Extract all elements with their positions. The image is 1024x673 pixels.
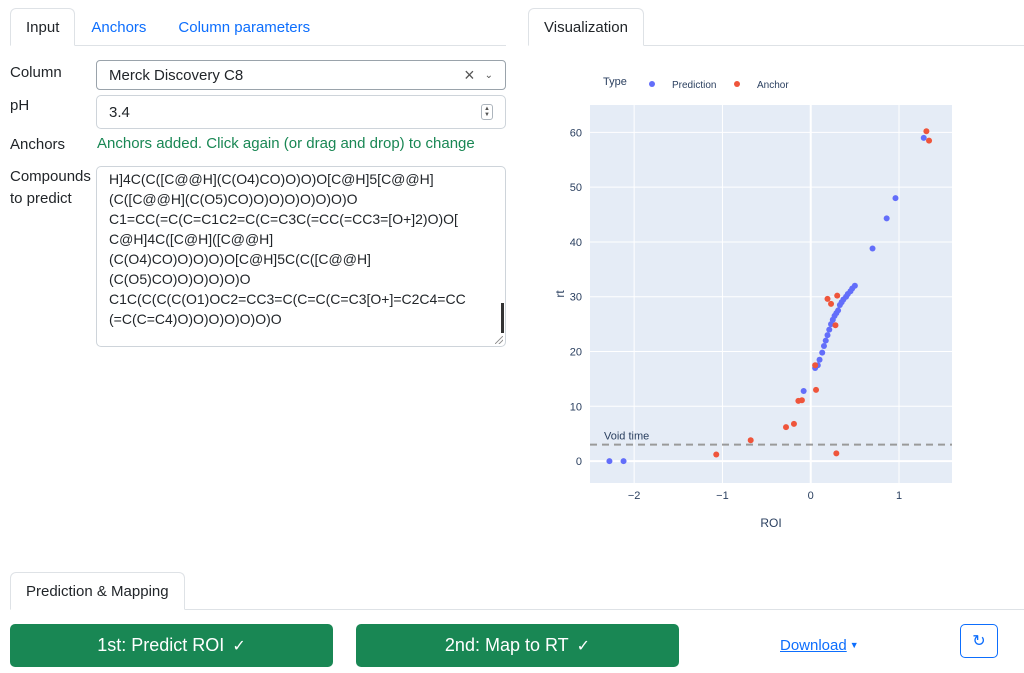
smiles-line: (C(O5)CO)O)O)O)O)O xyxy=(109,271,251,287)
data-point-prediction xyxy=(826,326,833,333)
y-tick-label: 10 xyxy=(570,401,582,413)
visualization-tab-bar: Visualization xyxy=(528,7,1024,46)
data-point-anchor xyxy=(926,137,933,144)
data-point-prediction xyxy=(620,458,627,465)
data-point-anchor xyxy=(813,386,820,393)
clear-icon[interactable]: × xyxy=(464,66,475,84)
anchors-label: Anchors xyxy=(10,136,66,153)
legend-marker xyxy=(734,81,740,87)
compounds-row: Compounds to predict xyxy=(10,166,96,210)
data-point-prediction xyxy=(816,356,823,363)
data-point-prediction xyxy=(822,337,829,344)
compounds-label-line1: Compounds xyxy=(10,168,91,185)
ph-row: pH xyxy=(10,95,96,117)
data-point-prediction xyxy=(869,245,876,252)
y-tick-label: 60 xyxy=(570,127,582,139)
column-select-value: Merck Discovery C8 xyxy=(109,66,244,84)
compounds-label-line2: to predict xyxy=(10,190,72,207)
predict-roi-button[interactable]: 1st: Predict ROI ✓ xyxy=(10,624,333,667)
tab-prediction-mapping[interactable]: Prediction & Mapping xyxy=(10,572,185,610)
data-point-prediction xyxy=(819,349,826,356)
data-point-anchor xyxy=(798,397,805,404)
plot-area xyxy=(590,105,952,483)
data-point-anchor xyxy=(747,437,754,444)
x-tick-label: −2 xyxy=(628,490,641,502)
prediction-tab-bar: Prediction & Mapping xyxy=(10,571,1024,610)
legend-entry: Prediction xyxy=(672,80,716,91)
column-row: Column xyxy=(10,62,96,84)
spinner-icon[interactable]: ▲ ▼ xyxy=(481,104,493,120)
tab-column-parameters[interactable]: Column parameters xyxy=(162,8,326,46)
map-to-rt-button[interactable]: 2nd: Map to RT ✓ xyxy=(356,624,679,667)
ph-label: pH xyxy=(10,97,30,114)
data-point-anchor xyxy=(824,295,831,302)
resize-grip-icon[interactable] xyxy=(495,336,503,344)
legend-title: Type xyxy=(603,76,627,88)
tab-anchors[interactable]: Anchors xyxy=(75,8,162,46)
data-point-anchor xyxy=(828,300,835,307)
x-axis-label: ROI xyxy=(760,516,781,530)
smiles-line: C@H]4C([C@H]([C@@H] xyxy=(109,231,274,247)
legend-marker xyxy=(649,81,655,87)
y-tick-label: 40 xyxy=(570,237,582,249)
y-tick-label: 30 xyxy=(570,292,582,304)
smiles-line: (C([C@@H](C(O5)CO)O)O)O)O)O)O)O xyxy=(109,191,358,207)
roi-rt-scatter-chart[interactable]: 0 10 20 30 40 50 60 −2 −1 0 1 Void time ROI rt Type Pre… xyxy=(540,65,1020,535)
smiles-line: H]4C(C([C@@H](C(O4)CO)O)O)O[C@H]5[C@@H] xyxy=(109,171,434,187)
data-point-prediction xyxy=(883,215,890,222)
x-tick-label: 0 xyxy=(808,490,814,502)
column-label: Column xyxy=(10,64,62,81)
download-label: Download xyxy=(780,637,847,654)
data-point-anchor xyxy=(923,128,930,135)
download-dropdown[interactable]: Download ▼ xyxy=(780,637,859,654)
smiles-line: C1=CC(=C(C=C1C2=C(C=C3C(=CC(=CC3=[O+]2)O… xyxy=(109,211,458,227)
data-point-anchor xyxy=(713,451,720,458)
check-icon: ✓ xyxy=(576,637,591,655)
column-select[interactable]: Merck Discovery C8 × ⌄ xyxy=(96,60,506,90)
y-tick-label: 20 xyxy=(570,347,582,359)
refresh-icon: ↻ xyxy=(972,633,986,650)
anchors-status-message[interactable]: Anchors added. Click again (or drag and … xyxy=(97,135,475,152)
check-icon: ✓ xyxy=(232,637,246,655)
chevron-down-icon[interactable]: ⌄ xyxy=(485,70,493,81)
data-point-anchor xyxy=(783,424,790,431)
data-point-prediction xyxy=(851,282,858,289)
smiles-line: (C(O4)CO)O)O)O)O[C@H]5C(C([C@@H] xyxy=(109,251,371,267)
x-tick-label: −1 xyxy=(716,490,729,502)
input-tab-bar: Input Anchors Column parameters xyxy=(10,7,506,46)
data-point-prediction xyxy=(892,195,899,202)
smiles-line: C1C(C(C(C(O1)OC2=CC3=C(C=C(C=C3[O+]=C2C4… xyxy=(109,291,466,307)
data-point-prediction xyxy=(606,458,613,465)
caret-down-icon: ▼ xyxy=(849,640,859,650)
y-axis-label: rt xyxy=(553,290,567,298)
data-point-anchor xyxy=(832,322,839,329)
ph-input[interactable]: 3.4 ▲ ▼ xyxy=(96,95,506,129)
x-tick-label: 1 xyxy=(896,490,902,502)
legend-entry: Anchor xyxy=(757,80,789,91)
data-point-prediction xyxy=(824,332,831,339)
data-point-anchor xyxy=(834,292,841,299)
data-point-prediction xyxy=(835,307,842,314)
y-tick-label: 0 xyxy=(576,456,582,468)
ph-input-value: 3.4 xyxy=(109,103,130,121)
data-point-anchor xyxy=(790,420,797,427)
data-point-prediction xyxy=(820,343,827,350)
data-point-prediction xyxy=(800,387,807,394)
compounds-textarea[interactable]: H]4C(C([C@@H](C(O4)CO)O)O)O[C@H]5[C@@H] … xyxy=(96,166,506,347)
data-point-anchor xyxy=(812,362,819,369)
y-tick-label: 50 xyxy=(570,182,582,194)
data-point-prediction xyxy=(920,134,927,141)
predict-roi-label: 1st: Predict ROI xyxy=(97,635,225,655)
smiles-line: (=C(C=C4)O)O)O)O)O)O)O xyxy=(109,311,282,327)
refresh-button[interactable]: ↻ xyxy=(960,624,998,658)
anchors-row: Anchors xyxy=(10,134,96,156)
textarea-scrollbar[interactable] xyxy=(501,303,504,333)
tab-visualization[interactable]: Visualization xyxy=(528,8,644,46)
data-point-anchor xyxy=(833,450,840,457)
tab-input[interactable]: Input xyxy=(10,8,76,46)
void-time-label: Void time xyxy=(604,431,649,443)
map-to-rt-label: 2nd: Map to RT xyxy=(444,635,569,655)
